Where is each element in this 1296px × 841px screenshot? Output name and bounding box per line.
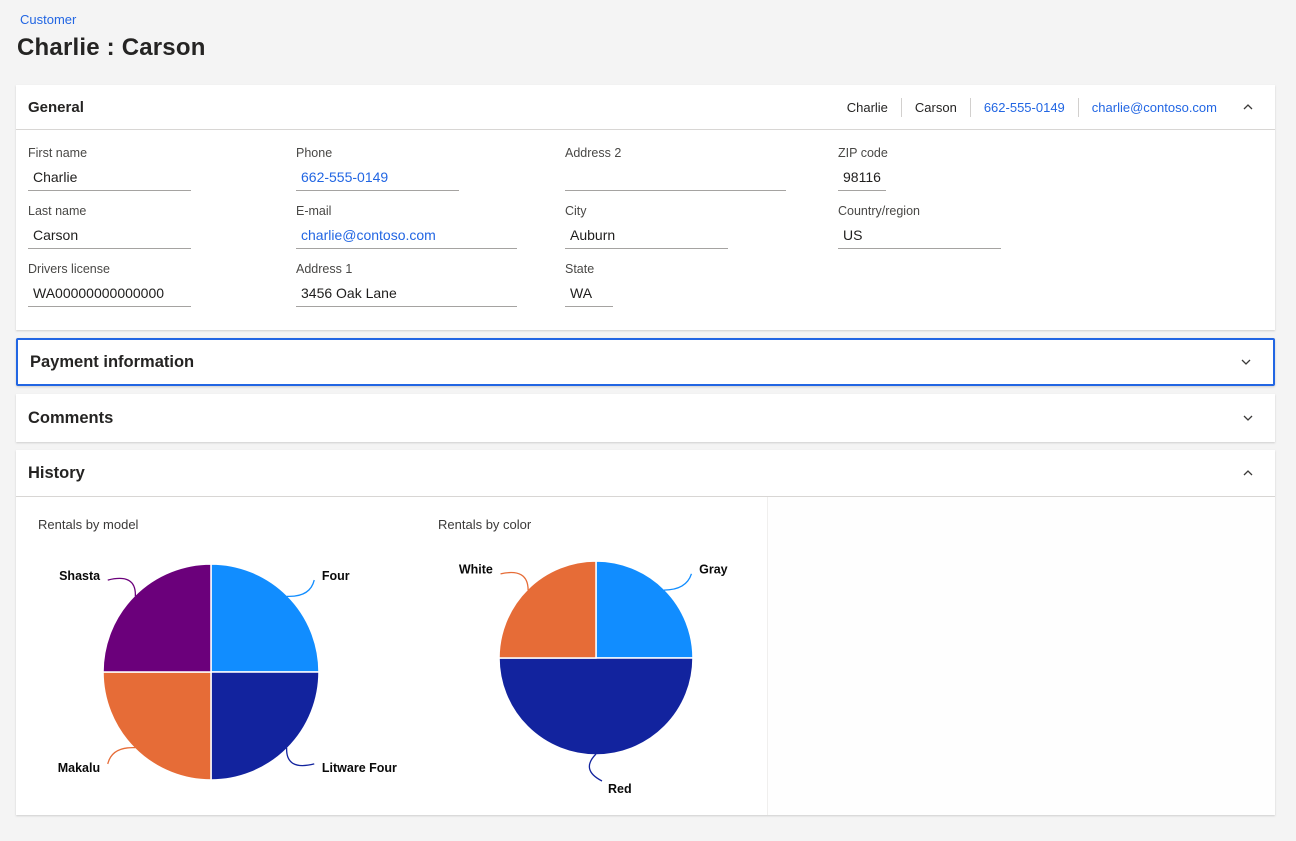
pie-slice[interactable]: [211, 672, 319, 780]
chevron-up-icon: [1241, 100, 1255, 114]
pie-label-leader: [108, 748, 136, 764]
section-general-header[interactable]: General Charlie Carson 662-555-0149 char…: [16, 85, 1275, 129]
history-charts: Rentals by model Four Litware Four Makalu S…: [16, 497, 768, 815]
pie-slice[interactable]: [596, 561, 693, 658]
pie-slice[interactable]: [499, 561, 596, 658]
address1-input[interactable]: [296, 283, 517, 307]
section-general-title: General: [28, 99, 84, 116]
pie-label-leader: [589, 754, 602, 781]
summary-phone-link[interactable]: 662-555-0149: [984, 100, 1065, 115]
section-payment-header[interactable]: Payment information: [18, 340, 1273, 384]
chart-title: Rentals by color: [428, 517, 768, 535]
section-payment-title: Payment information: [30, 353, 194, 372]
pie-label-leader: [108, 578, 136, 596]
chart-rentals-by-color: Rentals by color Gray Red White: [428, 517, 768, 815]
general-form: First name Last name Drivers license Pho…: [16, 130, 1275, 330]
zip-label: ZIP code: [838, 146, 1263, 160]
pie-slice-label: Shasta: [59, 569, 101, 583]
breadcrumb: Customer: [16, 0, 1275, 29]
section-comments-header[interactable]: Comments: [16, 394, 1275, 442]
field-city: City: [565, 204, 838, 249]
pie-label-leader: [501, 573, 529, 591]
pie-slice[interactable]: [103, 564, 211, 672]
pie-slice-label: Red: [608, 782, 632, 796]
phone-label: Phone: [296, 146, 565, 160]
field-first-name: First name: [28, 146, 296, 191]
expand-payment-button[interactable]: [1233, 349, 1259, 375]
pie-slice[interactable]: [103, 672, 211, 780]
drivers-license-label: Drivers license: [28, 262, 296, 276]
email-input[interactable]: [296, 225, 517, 249]
address2-label: Address 2: [565, 146, 838, 160]
summary-separator: [901, 98, 902, 117]
general-summary: Charlie Carson 662-555-0149 charlie@cont…: [847, 98, 1217, 117]
phone-input[interactable]: [296, 167, 459, 191]
field-drivers-license: Drivers license: [28, 262, 296, 307]
field-address1: Address 1: [296, 262, 565, 307]
first-name-input[interactable]: [28, 167, 191, 191]
section-payment-information: Payment information: [16, 338, 1275, 386]
chart-rentals-by-model: Rentals by model Four Litware Four Makalu S…: [28, 517, 398, 815]
summary-last-name: Carson: [915, 100, 957, 115]
section-history-header[interactable]: History: [16, 450, 1275, 496]
state-input[interactable]: [565, 283, 613, 307]
last-name-input[interactable]: [28, 225, 191, 249]
address1-label: Address 1: [296, 262, 565, 276]
summary-separator: [1078, 98, 1079, 117]
history-content: Rentals by model Four Litware Four Makalu S…: [16, 497, 1275, 815]
pie-chart-rentals-by-model: Four Litware Four Makalu Shasta: [28, 541, 398, 801]
section-history-title: History: [28, 464, 85, 483]
zip-input[interactable]: [838, 167, 886, 191]
pie-chart-rentals-by-color: Gray Red White: [428, 541, 768, 801]
pie-slice-label: Four: [322, 569, 350, 583]
pie-slice[interactable]: [211, 564, 319, 672]
field-last-name: Last name: [28, 204, 296, 249]
state-label: State: [565, 262, 838, 276]
city-input[interactable]: [565, 225, 728, 249]
field-zip: ZIP code: [838, 146, 1263, 191]
page: Customer Charlie : Carson General Charli…: [0, 0, 1296, 815]
chevron-down-icon: [1241, 411, 1255, 425]
chevron-down-icon: [1239, 355, 1253, 369]
section-history: History Rentals by model Four Litware Fou…: [16, 450, 1275, 815]
expand-comments-button[interactable]: [1235, 405, 1261, 431]
pie-slice[interactable]: [499, 658, 693, 755]
field-email: E-mail: [296, 204, 565, 249]
section-comments: Comments: [16, 394, 1275, 442]
field-country: Country/region: [838, 204, 1263, 249]
section-general: General Charlie Carson 662-555-0149 char…: [16, 85, 1275, 330]
pie-slice-label: White: [459, 563, 493, 577]
section-comments-title: Comments: [28, 409, 113, 428]
city-label: City: [565, 204, 838, 218]
collapse-history-button[interactable]: [1235, 460, 1261, 486]
summary-first-name: Charlie: [847, 100, 888, 115]
pie-slice-label: Gray: [699, 563, 728, 577]
pie-label-leader: [664, 574, 692, 590]
history-empty-area: [768, 497, 1275, 815]
summary-separator: [970, 98, 971, 117]
drivers-license-input[interactable]: [28, 283, 191, 307]
last-name-label: Last name: [28, 204, 296, 218]
field-phone: Phone: [296, 146, 565, 191]
summary-email-link[interactable]: charlie@contoso.com: [1092, 100, 1217, 115]
first-name-label: First name: [28, 146, 296, 160]
field-state: State: [565, 262, 838, 307]
chart-title: Rentals by model: [28, 517, 398, 535]
collapse-general-button[interactable]: [1235, 94, 1261, 120]
email-label: E-mail: [296, 204, 565, 218]
pie-label-leader: [287, 580, 315, 596]
field-address2: Address 2: [565, 146, 838, 191]
country-input[interactable]: [838, 225, 1001, 249]
address2-input[interactable]: [565, 167, 786, 191]
pie-slice-label: Makalu: [58, 761, 100, 775]
pie-slice-label: Litware Four: [322, 761, 397, 775]
chevron-up-icon: [1241, 466, 1255, 480]
page-title: Charlie : Carson: [16, 29, 1275, 62]
breadcrumb-customer-link[interactable]: Customer: [20, 12, 76, 27]
pie-label-leader: [287, 748, 315, 766]
country-label: Country/region: [838, 204, 1263, 218]
